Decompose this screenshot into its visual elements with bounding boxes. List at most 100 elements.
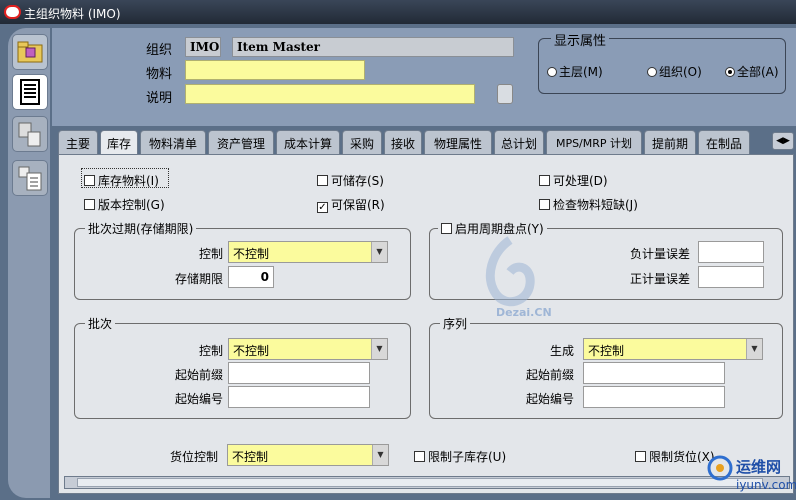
- tab-main[interactable]: 主要: [58, 130, 98, 154]
- serial-group: 序列 生成 不控制 ▼ 起始前缀 起始编号: [429, 315, 783, 419]
- lot-expiration-group: 批次过期(存储期限) 控制 不控制 ▼ 存储期限 0: [74, 220, 411, 300]
- attributes-icon[interactable]: [12, 160, 48, 196]
- title-bar: 主组织物料 (IMO): [0, 0, 796, 24]
- lot-title: 批次: [85, 315, 116, 332]
- tab-scroll-arrows-icon[interactable]: ◀▶: [772, 132, 794, 150]
- site-logo-icon: [707, 455, 733, 481]
- lot-control-label: 控制: [198, 344, 223, 358]
- dropdown-arrow-icon[interactable]: ▼: [371, 339, 387, 359]
- radio-org-level[interactable]: 组织(O): [647, 63, 702, 80]
- radio-label: 组织(O): [659, 65, 702, 79]
- site-brand-text: 运维网: [736, 458, 782, 476]
- select-value: 不控制: [588, 344, 625, 358]
- shelf-life-field[interactable]: 0: [228, 266, 274, 288]
- serial-title: 序列: [440, 315, 471, 332]
- lot-number-label: 起始编号: [174, 392, 223, 406]
- dropdown-arrow-icon[interactable]: ▼: [371, 242, 387, 262]
- item-field[interactable]: [185, 60, 365, 80]
- lot-group: 批次 控制 不控制 ▼ 起始前缀 起始编号: [74, 315, 411, 419]
- locator-control-label: 货位控制: [169, 450, 218, 464]
- description-field[interactable]: [185, 84, 475, 104]
- left-toolbar: [8, 28, 50, 498]
- checkmark-icon: ✓: [317, 202, 328, 213]
- lot-expiration-title: 批次过期(存储期限): [85, 220, 197, 237]
- select-value: 不控制: [233, 344, 270, 358]
- neg-tolerance-field[interactable]: [698, 241, 764, 263]
- tab-purchasing[interactable]: 采购: [342, 130, 382, 154]
- serial-prefix-label: 起始前缀: [525, 368, 574, 382]
- checkbox-label: 可处理(D): [553, 174, 608, 188]
- lot-prefix-field[interactable]: [228, 362, 370, 384]
- copy-icon[interactable]: [12, 116, 48, 152]
- display-attributes-title: 显示属性: [551, 30, 610, 49]
- restrict-subinventories-checkbox[interactable]: 限制子库存(U): [414, 448, 506, 465]
- serial-generation-select[interactable]: 不控制 ▼: [583, 338, 763, 360]
- tab-asset-management[interactable]: 资产管理: [208, 130, 274, 154]
- restrict-locators-checkbox[interactable]: 限制货位(X): [635, 448, 715, 465]
- tab-mps-mrp-planning[interactable]: MPS/MRP 计划: [546, 130, 642, 154]
- serial-generation-label: 生成: [549, 344, 574, 358]
- tab-general-planning[interactable]: 总计划: [494, 130, 544, 154]
- checkbox-icon: [84, 199, 95, 210]
- checkbox-icon: [317, 175, 328, 186]
- serial-prefix-field[interactable]: [583, 362, 725, 384]
- radio-all[interactable]: 全部(A): [725, 63, 779, 80]
- tab-bom[interactable]: 物料清单: [140, 130, 206, 154]
- lot-prefix-label: 起始前缀: [174, 368, 223, 382]
- tab-physical-attributes[interactable]: 物理属性: [424, 130, 492, 154]
- tab-costing[interactable]: 成本计算: [276, 130, 340, 154]
- site-watermark: 运维网 iyunv.com: [706, 452, 796, 498]
- select-value: 不控制: [232, 450, 269, 464]
- scrollbar-thumb[interactable]: [77, 478, 763, 487]
- display-attributes-group: 显示属性 主层(M) 组织(O) 全部(A): [538, 30, 786, 94]
- checkbox-icon: [441, 223, 452, 234]
- transactable-checkbox[interactable]: 可处理(D): [539, 172, 608, 189]
- folder-icon[interactable]: [12, 34, 48, 70]
- tab-wip[interactable]: 在制品: [698, 130, 750, 154]
- radio-dot-selected-icon: [725, 67, 735, 77]
- watermark-text: Dezai.CN: [496, 306, 552, 319]
- serial-number-label: 起始编号: [525, 392, 574, 406]
- org-name-field[interactable]: Item Master: [232, 37, 514, 57]
- reservable-checkbox[interactable]: ✓ 可保留(R): [317, 196, 385, 213]
- radio-master-level[interactable]: 主层(M): [547, 63, 603, 80]
- org-label: 组织: [146, 43, 173, 58]
- edit-description-button[interactable]: [497, 84, 513, 104]
- radio-dot-icon: [647, 67, 657, 77]
- checkbox-label: 库存物料(I): [98, 174, 159, 188]
- pos-tolerance-label: 正计量误差: [629, 272, 690, 286]
- locator-control-select[interactable]: 不控制 ▼: [227, 444, 389, 466]
- checkbox-label: 可储存(S): [331, 174, 384, 188]
- item-label: 物料: [146, 67, 173, 82]
- lot-exp-control-select[interactable]: 不控制 ▼: [228, 241, 388, 263]
- neg-tolerance-label: 负计量误差: [629, 247, 690, 261]
- checkbox-label: 版本控制(G): [98, 198, 165, 212]
- pos-tolerance-field[interactable]: [698, 266, 764, 288]
- org-code-field[interactable]: IMO: [185, 37, 221, 57]
- checkbox-label: 限制子库存(U): [428, 450, 507, 464]
- select-value: 不控制: [233, 247, 270, 261]
- tab-receiving[interactable]: 接收: [384, 130, 422, 154]
- lot-number-field[interactable]: [228, 386, 370, 408]
- inventory-item-checkbox[interactable]: 库存物料(I): [84, 172, 159, 189]
- description-label: 说明: [146, 91, 173, 106]
- revision-control-checkbox[interactable]: 版本控制(G): [84, 196, 165, 213]
- check-shortages-checkbox[interactable]: 检查物料短缺(J): [539, 196, 638, 213]
- tab-strip: 主要 库存 物料清单 资产管理 成本计算 采购 接收 物理属性 总计划 MPS/…: [56, 130, 796, 156]
- list-icon[interactable]: [12, 74, 48, 110]
- checkbox-icon: [84, 175, 95, 186]
- checkbox-icon: [539, 199, 550, 210]
- tab-inventory[interactable]: 库存: [100, 130, 138, 156]
- stockable-checkbox[interactable]: 可储存(S): [317, 172, 384, 189]
- radio-label: 主层(M): [559, 65, 603, 79]
- lot-control-select[interactable]: 不控制 ▼: [228, 338, 388, 360]
- checkbox-label: 检查物料短缺(J): [553, 198, 638, 212]
- dropdown-arrow-icon[interactable]: ▼: [746, 339, 762, 359]
- horizontal-scrollbar[interactable]: [64, 476, 790, 489]
- tab-lead-times[interactable]: 提前期: [644, 130, 696, 154]
- site-domain-text: iyunv.com: [736, 478, 796, 492]
- serial-number-field[interactable]: [583, 386, 725, 408]
- checkbox-icon: [539, 175, 550, 186]
- radio-dot-icon: [547, 67, 557, 77]
- dropdown-arrow-icon[interactable]: ▼: [372, 445, 388, 465]
